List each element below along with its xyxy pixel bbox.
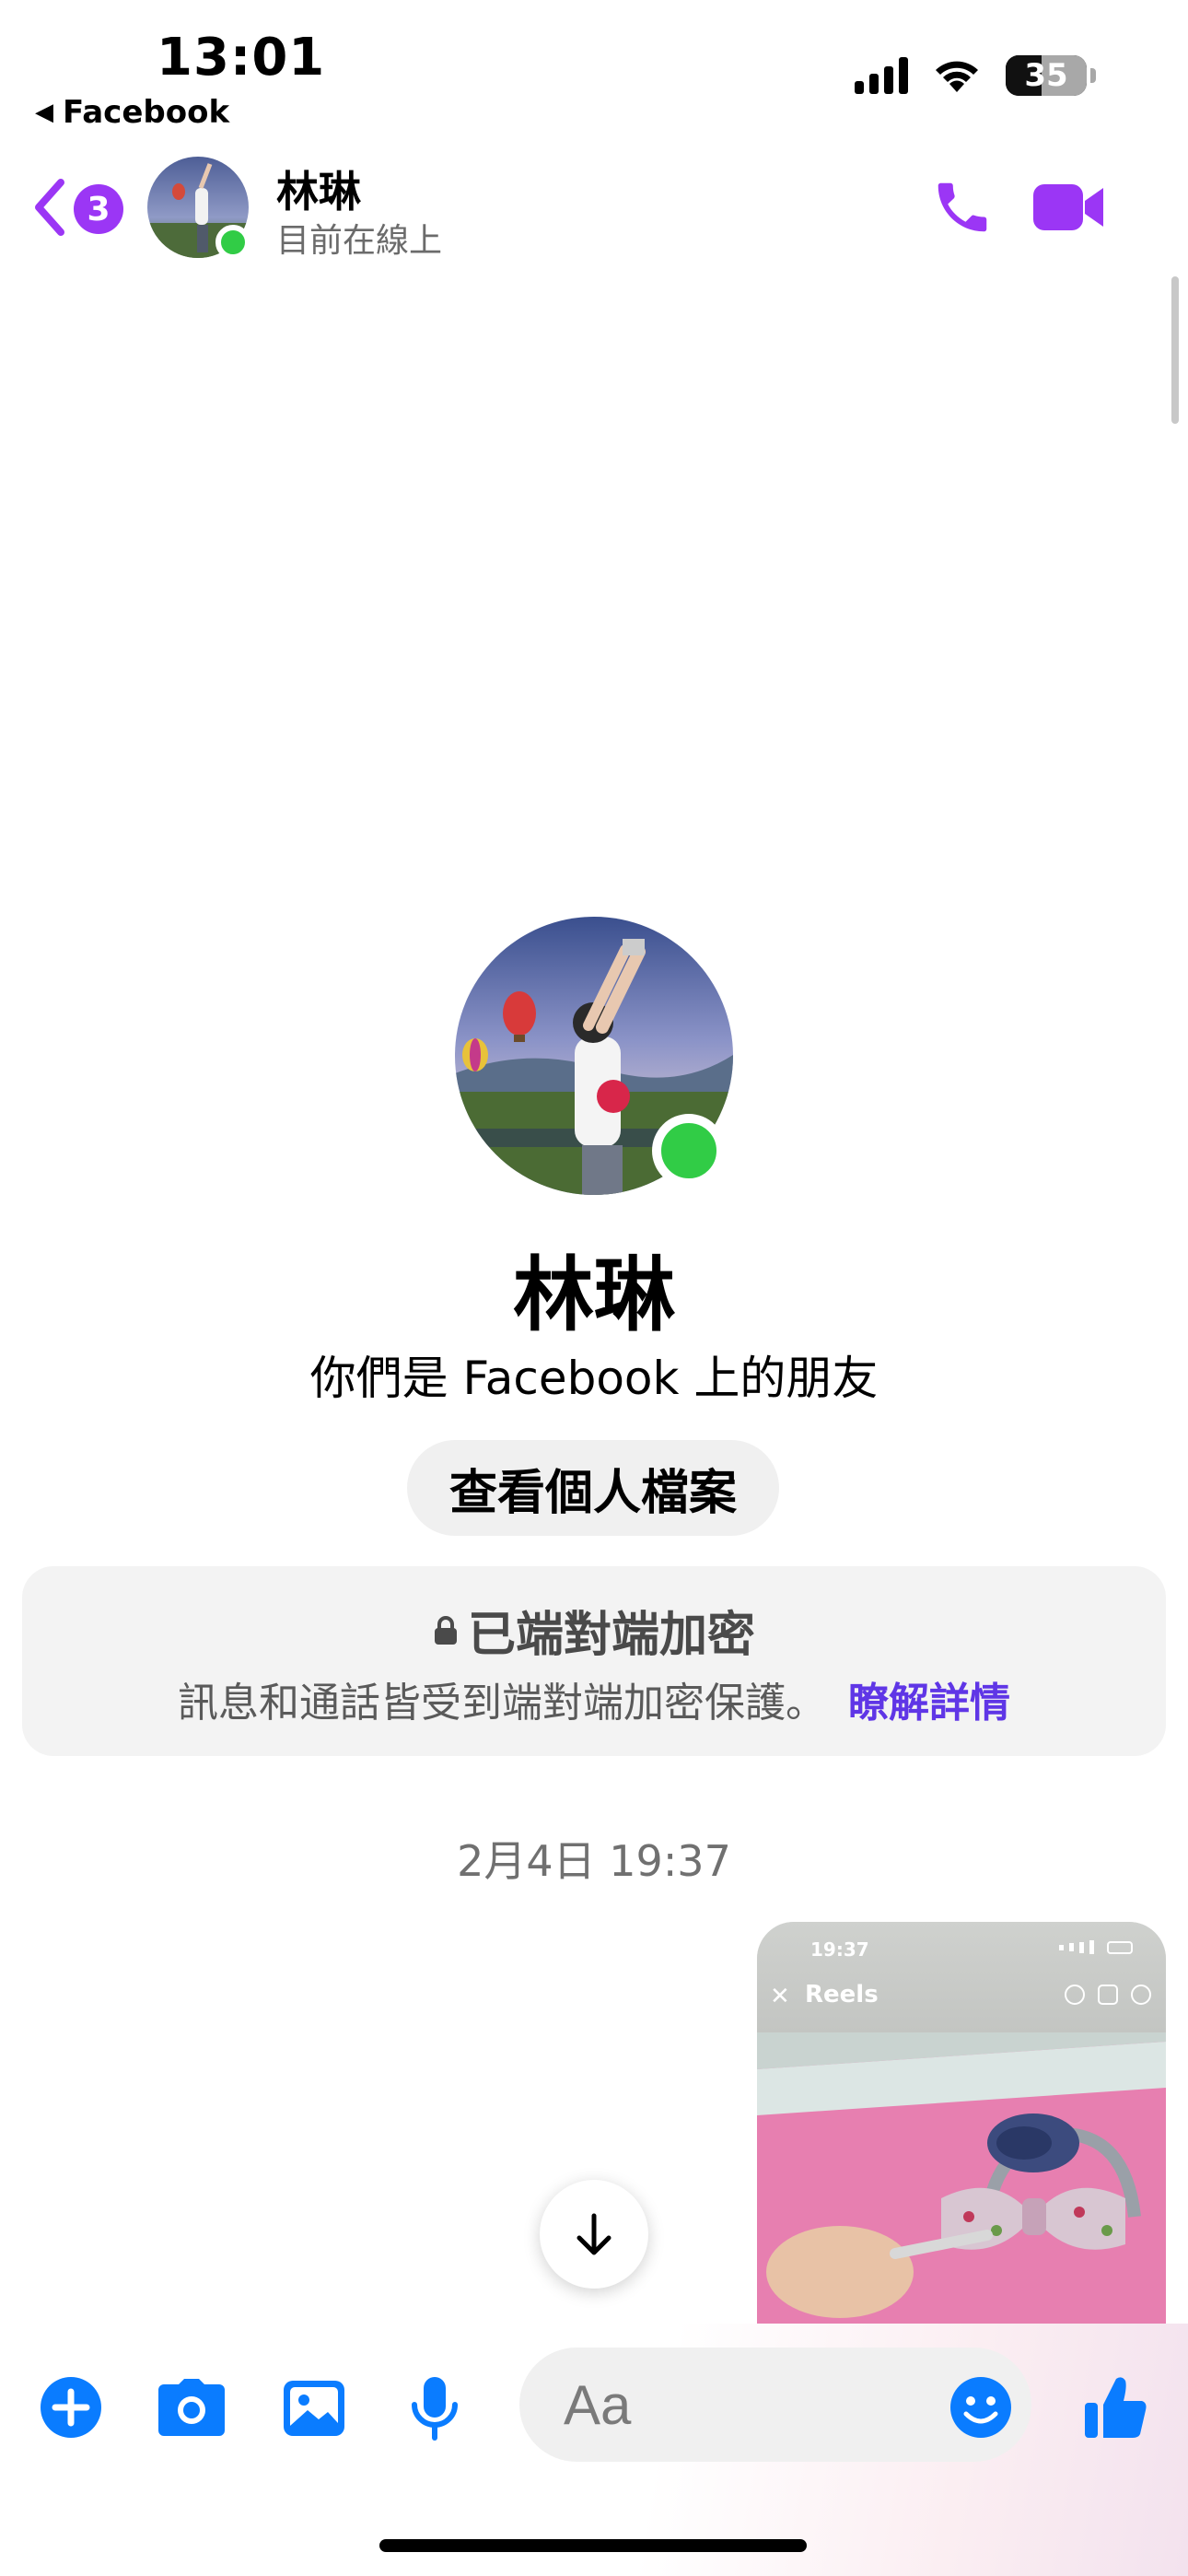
camera-icon — [1098, 1985, 1118, 2005]
presence-status: 目前在線上 — [276, 222, 443, 260]
wifi-icon — [936, 61, 978, 92]
reel-clock: 19:37 — [810, 1938, 869, 1961]
message-input-placeholder: Aa — [564, 2374, 632, 2436]
reel-close-icon: ✕ — [770, 1983, 790, 2010]
view-profile-button[interactable]: 查看個人檔案 — [407, 1440, 779, 1536]
profile-name: 林琳 — [512, 1247, 675, 1342]
gallery-icon — [284, 2381, 344, 2436]
e2ee-body: 訊息和通話皆受到端對端加密保護。 瞭解詳情 — [22, 1669, 1166, 1728]
back-to-app-link[interactable]: ◀ Facebook — [35, 94, 229, 131]
learn-more-link[interactable]: 瞭解詳情 — [848, 1680, 1010, 1727]
e2ee-body-text: 訊息和通話皆受到端對端加密保護。 — [178, 1680, 826, 1727]
message-composer: Aa — [0, 2324, 1188, 2576]
profile-icon — [1131, 1985, 1151, 2005]
back-button[interactable] — [31, 175, 68, 240]
more-actions-button[interactable] — [39, 2375, 103, 2443]
send-like-button[interactable] — [1083, 2373, 1149, 2445]
chevron-left-icon — [35, 179, 64, 236]
reel-preview-header: 19:37 ✕ Reels — [757, 1922, 1166, 2032]
battery-level: 35 — [1024, 57, 1068, 94]
emoji-button[interactable] — [949, 2375, 1013, 2443]
search-icon — [1065, 1985, 1085, 2005]
e2ee-notice: 已端對端加密 訊息和通話皆受到端對端加密保護。 瞭解詳情 — [22, 1566, 1166, 1756]
shared-reel-message[interactable]: 19:37 ✕ Reels — [757, 1922, 1166, 2327]
unread-badge: 3 — [74, 184, 123, 234]
contact-name[interactable]: 林琳 — [276, 158, 361, 219]
voice-message-button[interactable] — [407, 2375, 462, 2445]
gallery-button[interactable] — [282, 2375, 346, 2443]
camera-button[interactable] — [157, 2375, 227, 2443]
reel-label: Reels — [805, 1981, 879, 2008]
clock: 13:01 — [157, 28, 326, 88]
camera-icon — [158, 2379, 225, 2436]
scrollbar[interactable] — [1171, 276, 1179, 424]
thumbs-up-icon — [1085, 2377, 1147, 2438]
video-call-button[interactable] — [1031, 181, 1107, 238]
profile-online-indicator — [652, 1114, 726, 1188]
battery-icon: 35 — [1006, 55, 1096, 96]
back-app-label: Facebook — [63, 94, 230, 131]
e2ee-title: 已端對端加密 — [22, 1596, 1166, 1665]
lock-icon — [434, 1615, 457, 1645]
conversation-header: 3 林琳 目前在線上 — [0, 147, 1188, 276]
online-indicator — [215, 225, 250, 260]
friendship-note: 你們是 Facebook 上的朋友 — [309, 1352, 879, 1405]
cellular-signal-icon — [855, 57, 908, 94]
reel-toolbar-icons — [1065, 1985, 1151, 2005]
video-camera-icon — [1033, 184, 1103, 230]
phone-icon — [938, 182, 987, 232]
emoji-icon — [950, 2377, 1011, 2438]
microphone-icon — [412, 2377, 458, 2441]
arrow-down-icon — [577, 2213, 611, 2255]
status-bar: 13:01 ◀ Facebook 35 — [0, 0, 1188, 138]
back-triangle-icon: ◀ — [35, 99, 53, 126]
reel-thumbnail — [757, 2032, 1166, 2327]
system-icons: 35 — [855, 55, 1096, 96]
reel-status-icons — [1059, 1940, 1133, 1954]
home-indicator[interactable] — [379, 2539, 807, 2552]
plus-icon — [41, 2377, 101, 2438]
message-timestamp: 2月4日 19:37 — [457, 1836, 731, 1886]
e2ee-title-text: 已端對端加密 — [467, 1608, 755, 1663]
scroll-to-bottom-button[interactable] — [540, 2180, 648, 2289]
voice-call-button[interactable] — [930, 175, 995, 243]
